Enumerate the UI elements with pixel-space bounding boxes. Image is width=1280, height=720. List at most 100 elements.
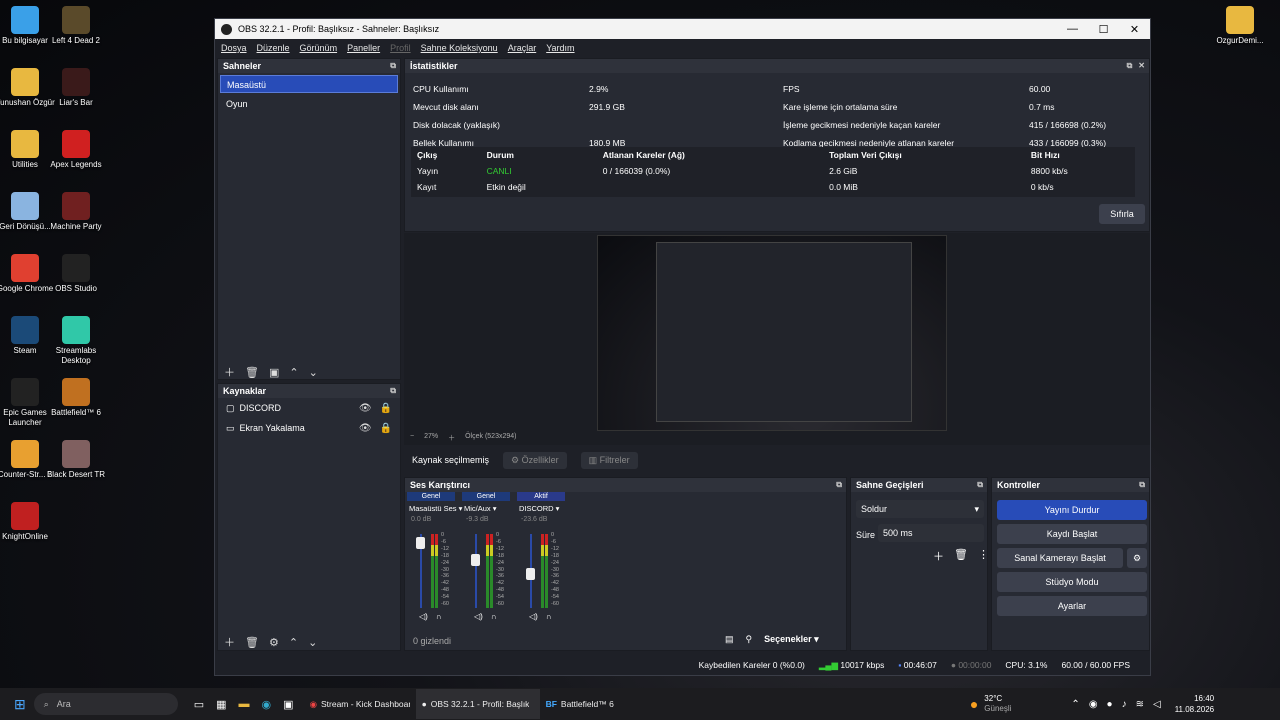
add-icon[interactable]: ＋ bbox=[933, 548, 944, 564]
headphones-icon[interactable]: ∩ bbox=[436, 612, 442, 621]
start-virtual-camera-button[interactable]: Sanal Kamerayı Başlat bbox=[997, 548, 1123, 568]
menu-edit[interactable]: Düzenle bbox=[257, 43, 290, 53]
filters-button[interactable]: ▥ Filtreler bbox=[580, 451, 638, 469]
trash-icon[interactable]: 🗑 bbox=[954, 548, 968, 564]
undock-icon[interactable]: ⧉ bbox=[977, 480, 983, 490]
store-icon[interactable]: ▣ bbox=[283, 698, 293, 711]
desktop-icon-folder[interactable]: OzgurDemi... bbox=[1210, 6, 1270, 46]
speaker-icon[interactable]: ◁) bbox=[474, 612, 483, 621]
lock-icon[interactable]: 🔒 bbox=[380, 403, 392, 414]
source-item[interactable]: ▭ Ekran Yakalama 👁 🔒 bbox=[218, 418, 400, 438]
reset-button[interactable]: Sıfırla bbox=[1099, 204, 1145, 224]
speaker-icon[interactable]: ◁ bbox=[1153, 699, 1161, 710]
maximize-button[interactable]: ☐ bbox=[1088, 23, 1119, 36]
desktop-icon[interactable]: Black Desert TR bbox=[46, 440, 106, 480]
menu-file[interactable]: Dosya bbox=[221, 43, 247, 53]
undock-icon[interactable]: ⧉ bbox=[390, 61, 396, 71]
undock-icon[interactable]: ⧉ bbox=[1127, 61, 1133, 71]
close-icon[interactable]: ✕ bbox=[1138, 61, 1145, 71]
add-icon[interactable]: ＋ bbox=[224, 634, 235, 650]
duration-field[interactable]: 500 ms bbox=[878, 524, 984, 542]
undock-icon[interactable]: ⧉ bbox=[390, 386, 396, 396]
task-view-icon[interactable]: ▭ bbox=[194, 698, 204, 711]
chevron-up-icon[interactable]: ⌃ bbox=[289, 636, 298, 649]
desktop-icon[interactable]: Apex Legends bbox=[46, 130, 106, 170]
taskbar-app-chrome[interactable]: ◉ Stream - Kick Dashboar bbox=[304, 689, 416, 719]
taskbar-app-obs[interactable]: ● OBS 32.2.1 - Profil: Başlık bbox=[415, 689, 540, 719]
taskbar-search[interactable]: ⌕ Ara bbox=[33, 693, 178, 715]
chevron-up-icon[interactable]: ⌃ bbox=[289, 366, 298, 379]
stop-stream-button[interactable]: Yayını Durdur bbox=[997, 500, 1147, 520]
explorer-icon[interactable]: ▬ bbox=[239, 698, 250, 711]
chevron-up-icon[interactable]: ⌃ bbox=[1071, 699, 1079, 710]
settings-button[interactable]: Ayarlar bbox=[997, 596, 1147, 616]
stats-left-table: CPU Kullanımı 2.9% Mevcut disk alanı 291.9 … bbox=[407, 79, 767, 153]
eye-icon[interactable]: 👁 bbox=[359, 423, 372, 434]
weather-widget[interactable]: ● 32°C Güneşli bbox=[970, 694, 1012, 714]
chevron-down-icon[interactable]: ⌄ bbox=[308, 636, 317, 649]
close-button[interactable]: ✕ bbox=[1119, 23, 1150, 36]
start-recording-button[interactable]: Kaydı Başlat bbox=[997, 524, 1147, 544]
mic-icon[interactable]: ♪ bbox=[1122, 699, 1127, 710]
studio-mode-button[interactable]: Stüdyo Modu bbox=[997, 572, 1147, 592]
eye-icon[interactable]: 👁 bbox=[359, 403, 372, 414]
virtual-camera-settings-button[interactable]: ⚙ bbox=[1127, 548, 1147, 568]
chevron-down-icon[interactable]: ⌄ bbox=[309, 366, 318, 379]
desktop-icon[interactable]: Liar's Bar bbox=[46, 68, 106, 108]
headphones-icon[interactable]: ∩ bbox=[546, 612, 552, 621]
layout-icon[interactable]: ▤ bbox=[725, 634, 734, 645]
menu-profile[interactable]: Profil bbox=[390, 43, 411, 53]
edge-icon[interactable]: ◉ bbox=[262, 698, 272, 711]
game-icon bbox=[11, 502, 39, 530]
undock-icon[interactable]: ⧉ bbox=[836, 480, 842, 490]
properties-button[interactable]: ⚙ Özellikler bbox=[503, 451, 567, 469]
gear-icon[interactable]: ⚙ bbox=[269, 636, 279, 649]
desktop-icon[interactable]: Battlefield™ 6 bbox=[46, 378, 106, 418]
undock-icon[interactable]: ⧉ bbox=[1139, 480, 1145, 490]
desktop-icon[interactable]: OBS Studio bbox=[46, 254, 106, 294]
volume-slider-handle[interactable] bbox=[416, 537, 425, 550]
tray-icon[interactable]: ● bbox=[1107, 699, 1113, 710]
volume-slider-track[interactable] bbox=[475, 534, 477, 608]
options-button[interactable]: Seçenekler ▾ bbox=[764, 634, 819, 645]
menu-help[interactable]: Yardım bbox=[546, 43, 574, 53]
menu-docks[interactable]: Paneller bbox=[347, 43, 380, 53]
source-item[interactable]: ▢ DISCORD 👁 🔒 bbox=[218, 398, 400, 418]
channel-name[interactable]: DISCORD ▾ bbox=[517, 504, 565, 513]
filter-icon[interactable]: ▣ bbox=[269, 366, 279, 379]
desktop-icon[interactable]: KnightOnline bbox=[0, 502, 55, 542]
headphones-icon[interactable]: ∩ bbox=[491, 612, 497, 621]
scene-item-game[interactable]: Oyun bbox=[220, 95, 398, 113]
clock[interactable]: 16:40 11.08.2026 bbox=[1175, 693, 1214, 715]
steam-tray-icon[interactable]: ◉ bbox=[1089, 699, 1098, 710]
menu-view[interactable]: Görünüm bbox=[300, 43, 338, 53]
windows-start-icon[interactable]: ⊞ bbox=[14, 696, 26, 713]
speaker-icon[interactable]: ◁) bbox=[419, 612, 428, 621]
lock-icon[interactable]: 🔒 bbox=[380, 423, 392, 434]
volume-slider-handle[interactable] bbox=[471, 553, 480, 566]
add-icon[interactable]: ＋ bbox=[224, 364, 235, 380]
desktop-icon[interactable]: Machine Party bbox=[46, 192, 106, 232]
minimize-button[interactable]: — bbox=[1057, 23, 1088, 36]
more-vertical-icon[interactable]: ⋮ bbox=[978, 548, 989, 564]
trash-icon[interactable]: 🗑 bbox=[245, 366, 259, 379]
channel-name[interactable]: Mic/Aux ▾ bbox=[462, 504, 510, 513]
zoom-out-button[interactable]: − bbox=[410, 433, 414, 443]
zoom-in-button[interactable]: ＋ bbox=[448, 433, 455, 443]
transition-select[interactable]: Soldur ▾ bbox=[856, 500, 984, 518]
volume-slider-handle[interactable] bbox=[526, 568, 535, 581]
preview-area[interactable]: −27% ＋ Ölçek (523x294) bbox=[404, 233, 1150, 445]
news-icon[interactable]: ▦ bbox=[216, 698, 226, 711]
desktop-icon[interactable]: Left 4 Dead 2 bbox=[46, 6, 106, 46]
menu-scene-collection[interactable]: Sahne Koleksiyonu bbox=[421, 43, 498, 53]
menu-tools[interactable]: Araçlar bbox=[508, 43, 537, 53]
speaker-icon[interactable]: ◁) bbox=[529, 612, 538, 621]
trash-icon[interactable]: 🗑 bbox=[245, 636, 259, 649]
channel-name[interactable]: Masaüstü Ses ▾ bbox=[407, 504, 462, 513]
link-icon[interactable]: ⚲ bbox=[746, 634, 753, 645]
scene-item-desktop[interactable]: Masaüstü bbox=[220, 75, 398, 93]
desktop-icon[interactable]: Streamlabs Desktop bbox=[46, 316, 106, 366]
meter-scale-tick: -60 bbox=[551, 601, 559, 608]
taskbar-app-battlefield[interactable]: BF Battlefield™ 6 bbox=[540, 689, 620, 719]
wifi-icon[interactable]: ≋ bbox=[1136, 699, 1144, 710]
